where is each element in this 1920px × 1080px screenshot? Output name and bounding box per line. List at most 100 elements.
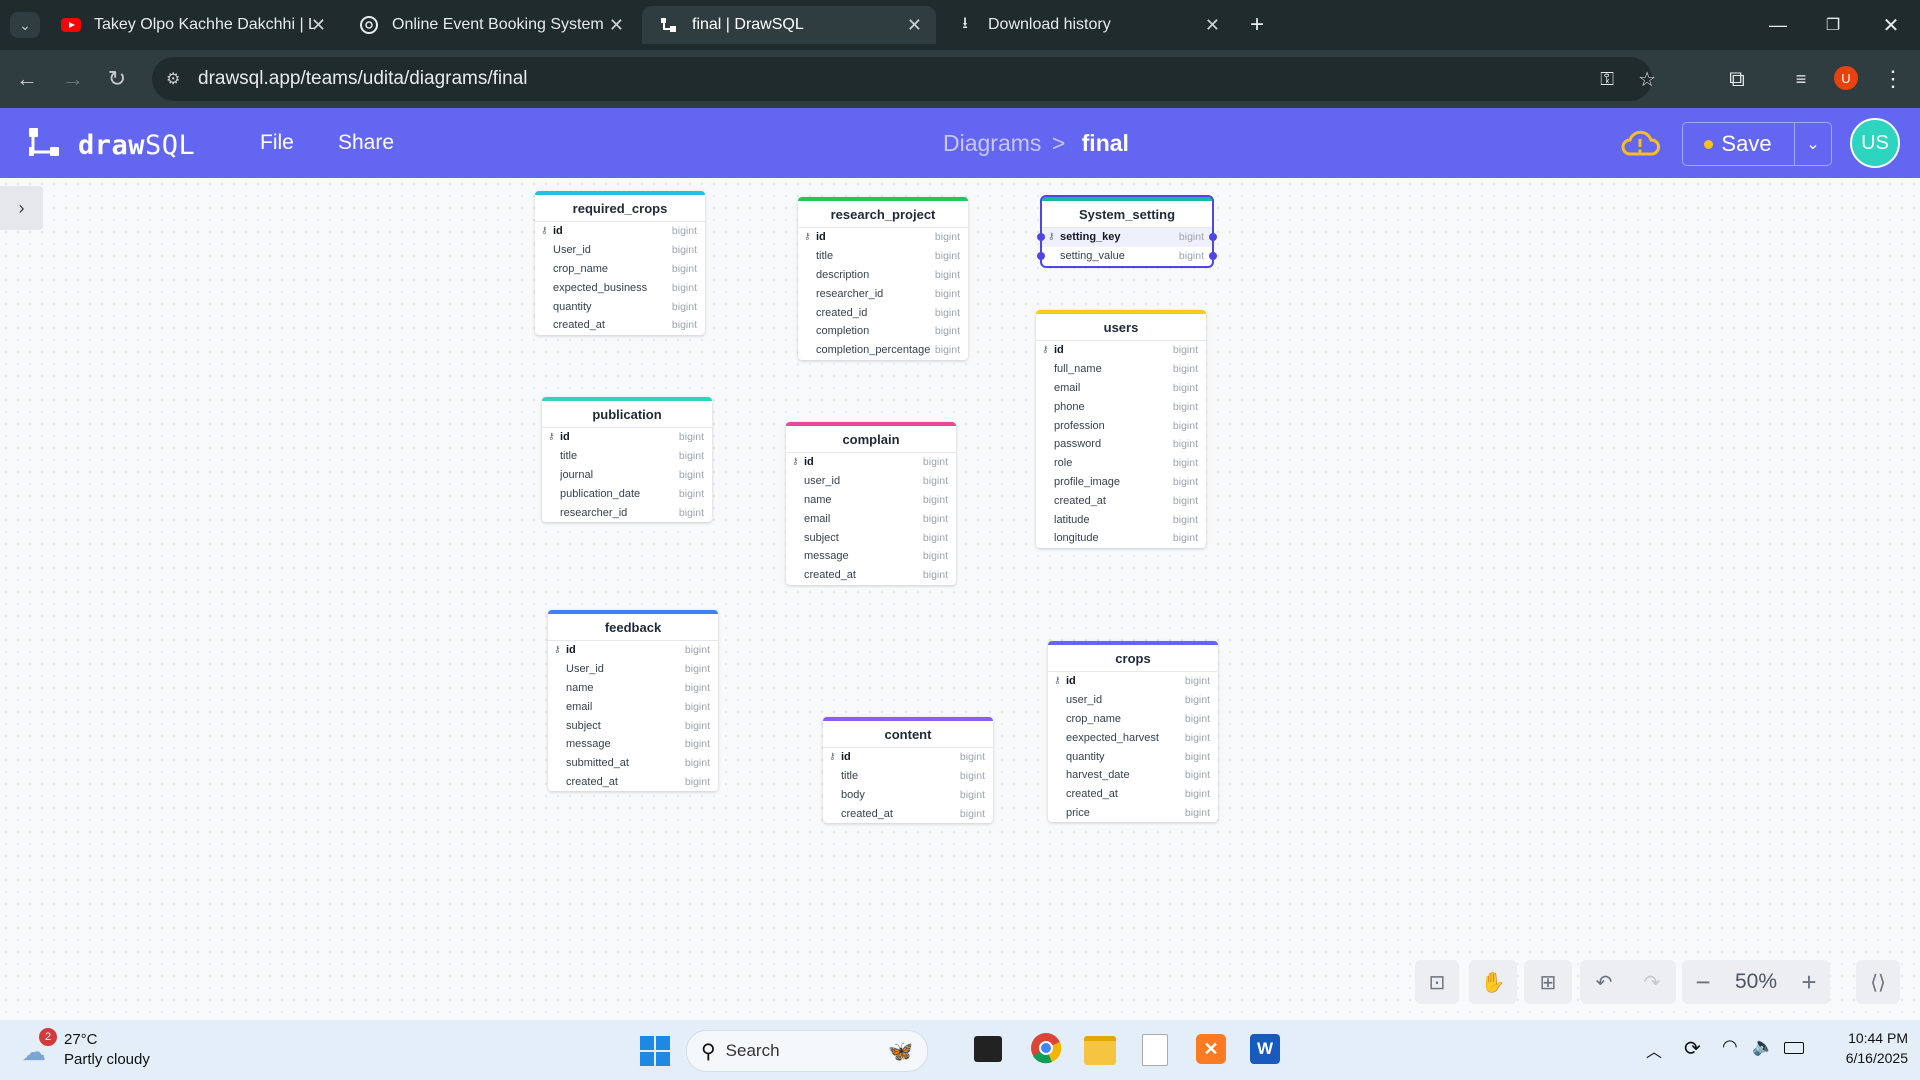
minimap-icon[interactable]: ⊡ <box>1415 960 1459 1004</box>
table-column-row[interactable]: email bigint <box>786 509 956 528</box>
table-column-row[interactable]: created_at bigint <box>548 773 718 792</box>
password-key-icon[interactable]: ⚿ <box>1600 69 1614 90</box>
table-column-row[interactable]: completion bigint <box>798 322 968 341</box>
table-content[interactable]: content ⚷ id bigint title bigint body bigint cre… <box>823 717 993 824</box>
new-tab-icon[interactable]: + <box>1244 11 1270 38</box>
table-column-row[interactable]: ⚷ id bigint <box>823 748 993 767</box>
relation-handle[interactable] <box>1209 233 1217 241</box>
table-column-row[interactable]: message bigint <box>548 735 718 754</box>
zoom-level[interactable]: 50% <box>1723 970 1789 994</box>
table-column-row[interactable]: profile_image bigint <box>1036 473 1206 492</box>
close-icon[interactable]: ✕ <box>1205 15 1220 36</box>
site-info-icon[interactable]: ⚙ <box>166 69 188 89</box>
show-hidden-icons-chevron-icon[interactable]: ︿ <box>1646 1038 1662 1062</box>
table-column-row[interactable]: ⚷ id bigint <box>786 453 956 472</box>
table-column-row[interactable]: ⚷ setting_key bigint <box>1037 228 1217 247</box>
minimize-icon[interactable]: — <box>1765 12 1791 38</box>
table-column-row[interactable]: completion_percentage bigint <box>798 341 968 360</box>
clock[interactable]: 10:44 PM 6/16/2025 <box>1818 1030 1908 1066</box>
close-icon[interactable]: ✕ <box>609 15 624 36</box>
table-column-row[interactable]: longitude bigint <box>1036 529 1206 548</box>
table-column-row[interactable]: created_at bigint <box>823 804 993 823</box>
table-publication[interactable]: publication ⚷ id bigint title bigint journal bi… <box>542 397 712 522</box>
undo-icon[interactable]: ↶ <box>1580 970 1628 995</box>
table-column-row[interactable]: journal bigint <box>542 466 712 485</box>
tab-youtube[interactable]: Takey Olpo Kachhe Dakchhi | Ly ✕ <box>44 6 340 44</box>
table-column-row[interactable]: User_id bigint <box>548 660 718 679</box>
table-required-crops[interactable]: required_crops ⚷ id bigint User_id bigint crop… <box>535 191 705 335</box>
table-column-row[interactable]: expected_business bigint <box>535 278 705 297</box>
table-column-row[interactable]: ⚷ id bigint <box>542 428 712 447</box>
table-column-row[interactable]: user_id bigint <box>786 472 956 491</box>
table-column-row[interactable]: title bigint <box>823 767 993 786</box>
table-name[interactable]: users <box>1036 310 1206 341</box>
table-column-row[interactable]: message bigint <box>786 547 956 566</box>
close-window-icon[interactable]: ✕ <box>1878 12 1904 38</box>
file-explorer-icon[interactable] <box>1084 1036 1116 1065</box>
table-column-row[interactable]: quantity bigint <box>1048 747 1218 766</box>
menu-kebab-icon[interactable]: ⋮ <box>1880 66 1906 92</box>
word-icon[interactable]: W <box>1250 1034 1280 1064</box>
table-column-row[interactable]: researcher_id bigint <box>798 284 968 303</box>
bookmark-star-icon[interactable]: ☆ <box>1638 67 1656 92</box>
restore-icon[interactable]: ❐ <box>1820 12 1846 38</box>
table-column-row[interactable]: crop_name bigint <box>535 260 705 279</box>
zoom-in-icon[interactable]: + <box>1789 967 1829 998</box>
relation-handle[interactable] <box>1209 251 1217 260</box>
table-column-row[interactable]: price bigint <box>1048 804 1218 823</box>
menu-file[interactable]: File <box>260 131 294 155</box>
code-view-icon[interactable]: ⟨⟩ <box>1856 960 1900 1004</box>
table-column-row[interactable]: harvest_date bigint <box>1048 766 1218 785</box>
table-column-row[interactable]: ⚷ id bigint <box>1036 341 1206 360</box>
save-button[interactable]: Save <box>1683 123 1793 165</box>
hand-tool-icon[interactable]: ✋ <box>1469 960 1517 1004</box>
table-name[interactable]: feedback <box>548 610 718 641</box>
sidebar-expand-button[interactable]: › <box>0 186 43 230</box>
profile-avatar[interactable]: U <box>1834 66 1858 90</box>
table-column-row[interactable]: quantity bigint <box>535 297 705 316</box>
table-column-row[interactable]: ⚷ id bigint <box>535 222 705 241</box>
table-column-row[interactable]: description bigint <box>798 266 968 285</box>
table-column-row[interactable]: full_name bigint <box>1036 360 1206 379</box>
close-icon[interactable]: ✕ <box>311 15 326 36</box>
table-column-row[interactable]: subject bigint <box>786 528 956 547</box>
relation-handle[interactable] <box>1037 233 1045 241</box>
wifi-icon[interactable]: ◠ <box>1722 1036 1738 1057</box>
task-view-icon[interactable] <box>974 1036 1002 1062</box>
table-column-row[interactable]: title bigint <box>798 247 968 266</box>
extensions-icon[interactable]: ⧉ <box>1724 66 1750 92</box>
cloud-warning-icon[interactable] <box>1620 126 1660 165</box>
user-avatar[interactable]: US <box>1850 118 1900 168</box>
table-column-row[interactable]: crop_name bigint <box>1048 710 1218 729</box>
table-column-row[interactable]: email bigint <box>1036 379 1206 398</box>
table-column-row[interactable]: latitude bigint <box>1036 510 1206 529</box>
table-name[interactable]: complain <box>786 422 956 453</box>
volume-icon[interactable]: 🔈 <box>1752 1036 1774 1057</box>
table-column-row[interactable]: user_id bigint <box>1048 691 1218 710</box>
table-system-setting[interactable]: System_setting ⚷ setting_key bigint setting_… <box>1037 195 1217 268</box>
table-name[interactable]: publication <box>542 397 712 428</box>
relation-handle[interactable] <box>1037 251 1045 260</box>
app-logo-text[interactable]: drawSQL <box>78 130 195 161</box>
table-column-row[interactable]: setting_value bigint <box>1037 247 1217 266</box>
table-column-row[interactable]: password bigint <box>1036 435 1206 454</box>
table-column-row[interactable]: submitted_at bigint <box>548 754 718 773</box>
xampp-icon[interactable]: ✕ <box>1196 1034 1226 1064</box>
table-complain[interactable]: complain ⚷ id bigint user_id bigint name bigint… <box>786 422 956 585</box>
table-column-row[interactable]: eexpected_harvest bigint <box>1048 728 1218 747</box>
table-name[interactable]: System_setting <box>1042 197 1212 228</box>
table-column-row[interactable]: User_id bigint <box>535 241 705 260</box>
table-column-row[interactable]: ⚷ id bigint <box>548 641 718 660</box>
table-column-row[interactable]: created_id bigint <box>798 303 968 322</box>
table-column-row[interactable]: created_at bigint <box>1036 491 1206 510</box>
sync-icon[interactable]: ⟳ <box>1684 1036 1701 1061</box>
table-column-row[interactable]: title bigint <box>542 447 712 466</box>
table-column-row[interactable]: profession bigint <box>1036 416 1206 435</box>
table-column-row[interactable]: subject bigint <box>548 716 718 735</box>
table-name[interactable]: crops <box>1048 641 1218 672</box>
table-column-row[interactable]: body bigint <box>823 786 993 805</box>
save-options-chevron-icon[interactable]: ⌄ <box>1794 123 1831 165</box>
table-column-row[interactable]: name bigint <box>786 491 956 510</box>
notepad-icon[interactable] <box>1142 1034 1168 1066</box>
table-column-row[interactable]: created_at bigint <box>1048 785 1218 804</box>
